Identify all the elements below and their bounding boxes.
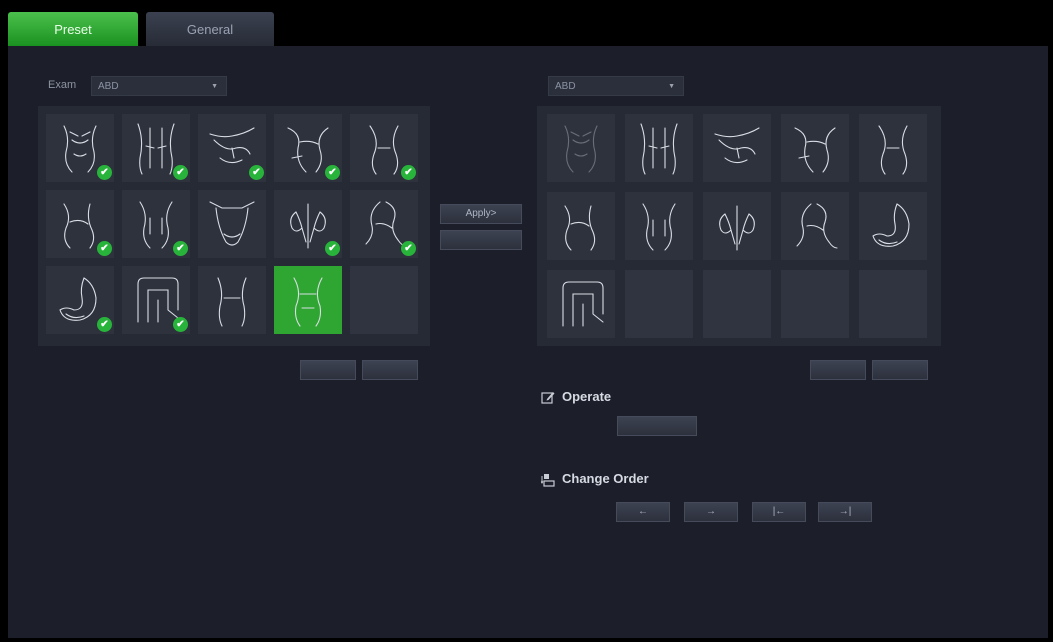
exam-preset-abdomen-lower[interactable]: ✔ bbox=[122, 190, 190, 258]
exam-preset-pelvis[interactable] bbox=[198, 190, 266, 258]
target-dropdown-value: ABD bbox=[555, 81, 576, 92]
change-order-title: Change Order bbox=[562, 471, 649, 486]
exam-preset-grid: ✔ ✔ ✔ ✔ ✔ ✔ ✔ ✔ ✔ ✔ ✔ bbox=[38, 106, 430, 346]
exam-grid-button-1[interactable] bbox=[300, 360, 356, 380]
target-preset-abdomen-left[interactable] bbox=[547, 192, 615, 260]
abdomen-torso-icon bbox=[640, 123, 678, 175]
target-preset-liver-gallbladder[interactable] bbox=[703, 114, 771, 182]
target-grid-button-2[interactable] bbox=[872, 360, 928, 380]
target-empty-slot[interactable] bbox=[859, 270, 927, 338]
kidneys-icon bbox=[719, 205, 755, 251]
check-icon: ✔ bbox=[249, 165, 264, 180]
target-preset-abdomen-oblique[interactable] bbox=[781, 114, 849, 182]
target-preset-aorta[interactable] bbox=[781, 192, 849, 260]
exam-empty-slot[interactable] bbox=[350, 266, 418, 334]
target-empty-slot[interactable] bbox=[703, 270, 771, 338]
check-icon: ✔ bbox=[97, 241, 112, 256]
chevron-down-icon: ▼ bbox=[668, 83, 675, 90]
check-icon: ✔ bbox=[173, 165, 188, 180]
exam-preset-liver-gallbladder[interactable]: ✔ bbox=[198, 114, 266, 182]
abdomen-front-icon bbox=[564, 125, 598, 173]
exam-grid-button-2[interactable] bbox=[362, 360, 418, 380]
check-icon: ✔ bbox=[325, 165, 340, 180]
exam-preset-bowel[interactable]: ✔ bbox=[122, 266, 190, 334]
exam-preset-aorta[interactable]: ✔ bbox=[350, 190, 418, 258]
target-dropdown[interactable]: ABD ▼ bbox=[548, 76, 684, 96]
check-icon: ✔ bbox=[173, 241, 188, 256]
target-preset-abdomen-lower[interactable] bbox=[625, 192, 693, 260]
operate-title: Operate bbox=[562, 389, 612, 404]
edit-icon bbox=[541, 392, 555, 404]
exam-label: Exam bbox=[48, 79, 77, 91]
check-icon: ✔ bbox=[401, 165, 416, 180]
move-left-button[interactable]: ← bbox=[616, 502, 670, 522]
move-right-button[interactable]: → bbox=[684, 502, 738, 522]
target-empty-slot[interactable] bbox=[625, 270, 693, 338]
exam-preset-kidneys[interactable]: ✔ bbox=[274, 190, 342, 258]
exam-preset-abdomen-selected[interactable] bbox=[274, 266, 342, 334]
preset-panel: Exam ABD ▼ ABD ▼ ✔ ✔ ✔ ✔ ✔ ✔ ✔ ✔ ✔ ✔ ✔ Apply> Oper… bbox=[8, 46, 1048, 638]
target-grid-button-1[interactable] bbox=[810, 360, 866, 380]
check-icon: ✔ bbox=[401, 241, 416, 256]
target-preset-grid bbox=[537, 106, 941, 346]
operate-button[interactable] bbox=[617, 416, 697, 436]
bowel-icon bbox=[562, 281, 604, 327]
check-icon: ✔ bbox=[97, 165, 112, 180]
abdomen-selected-icon bbox=[293, 277, 323, 327]
target-preset-abdomen-front[interactable] bbox=[547, 114, 615, 182]
exam-dropdown-value: ABD bbox=[98, 81, 119, 92]
tab-preset[interactable]: Preset bbox=[8, 12, 138, 48]
remove-button[interactable] bbox=[440, 230, 522, 250]
aorta-icon bbox=[796, 203, 838, 249]
move-first-button[interactable]: |← bbox=[752, 502, 806, 522]
target-preset-bowel[interactable] bbox=[547, 270, 615, 338]
abdomen-oblique-icon bbox=[794, 127, 836, 173]
exam-preset-stomach[interactable]: ✔ bbox=[46, 266, 114, 334]
target-preset-abdomen-side[interactable] bbox=[859, 114, 927, 182]
abdomen-back-icon bbox=[217, 277, 247, 327]
check-icon: ✔ bbox=[173, 317, 188, 332]
abdomen-side-icon bbox=[878, 125, 908, 175]
apply-button[interactable]: Apply> bbox=[440, 204, 522, 224]
tab-general[interactable]: General bbox=[146, 12, 274, 48]
exam-preset-abdomen-left[interactable]: ✔ bbox=[46, 190, 114, 258]
exam-dropdown[interactable]: ABD ▼ bbox=[91, 76, 227, 96]
target-preset-abdomen-torso[interactable] bbox=[625, 114, 693, 182]
check-icon: ✔ bbox=[325, 241, 340, 256]
target-preset-stomach[interactable] bbox=[859, 192, 927, 260]
exam-preset-abdomen-side[interactable]: ✔ bbox=[350, 114, 418, 182]
stomach-icon bbox=[872, 203, 910, 247]
move-last-button[interactable]: →| bbox=[818, 502, 872, 522]
check-icon: ✔ bbox=[97, 317, 112, 332]
target-preset-kidneys[interactable] bbox=[703, 192, 771, 260]
abdomen-left-icon bbox=[564, 205, 596, 251]
exam-preset-abdomen-front[interactable]: ✔ bbox=[46, 114, 114, 182]
exam-preset-abdomen-torso[interactable]: ✔ bbox=[122, 114, 190, 182]
target-empty-slot[interactable] bbox=[781, 270, 849, 338]
pelvis-icon bbox=[209, 201, 255, 246]
chevron-down-icon: ▼ bbox=[211, 83, 218, 90]
exam-preset-abdomen-back[interactable] bbox=[198, 266, 266, 334]
abdomen-lower-icon bbox=[642, 203, 676, 251]
exam-preset-abdomen-oblique[interactable]: ✔ bbox=[274, 114, 342, 182]
liver-gallbladder-icon bbox=[714, 127, 760, 164]
order-icon bbox=[541, 474, 555, 487]
